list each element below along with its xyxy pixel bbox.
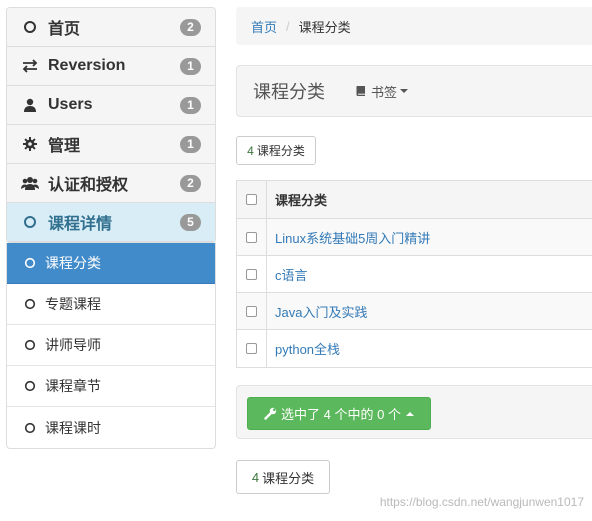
count-badge: 1 [180, 135, 201, 153]
breadcrumb-home-link[interactable]: 首页 [251, 17, 277, 36]
sidebar-item-reversion[interactable]: Reversion 1 [7, 47, 215, 86]
sidebar-subitem-label: 课程课时 [45, 419, 101, 436]
breadcrumb-separator: / [286, 18, 290, 34]
bookmark-dropdown[interactable]: 书签 [355, 82, 409, 101]
row-select-cell [237, 219, 267, 255]
row-checkbox[interactable] [246, 268, 257, 280]
result-count-label: 课程分类 [256, 144, 305, 158]
sidebar-item-users[interactable]: Users 1 [7, 86, 215, 125]
select-all-cell [237, 181, 267, 218]
sidebar-subitem-label: 讲师导师 [45, 337, 101, 353]
row-checkbox[interactable] [246, 305, 257, 317]
breadcrumb-current: 课程分类 [298, 19, 351, 35]
sidebar-subitem-label: 专题课程 [45, 296, 101, 312]
row-checkbox[interactable] [246, 343, 257, 354]
caret-up-icon [405, 411, 414, 416]
gear-icon [20, 136, 40, 152]
sidebar-item-admin[interactable]: 管理 1 [7, 125, 215, 164]
sidebar-subitem-course-category[interactable]: 课程分类 [7, 243, 215, 284]
sidebar-subitem-special-course[interactable]: 专题课程 [7, 284, 215, 325]
watermark: https://blog.csdn.net/wangjunwen1017 [379, 495, 584, 509]
circle-icon [24, 421, 38, 435]
circle-icon [24, 338, 38, 352]
table-row: Java入门及实践 [237, 293, 592, 330]
result-count-label: 课程分类 [262, 470, 315, 486]
result-count-button[interactable]: 4 课程分类 [236, 136, 316, 165]
table-row: Linux系统基础5周入门精讲 [237, 219, 592, 256]
circle-icon [24, 379, 38, 393]
sidebar: 首页 2 Reversion 1 Users 1 管理 1 认证和授权 2 课程… [6, 7, 216, 449]
row-select-cell [237, 256, 267, 292]
table-row: c语言 [237, 256, 592, 293]
circle-icon [20, 214, 40, 230]
sidebar-item-label: 课程详情 [48, 216, 113, 233]
page-header: 课程分类 书签 [236, 65, 592, 117]
column-header-course-category[interactable]: 课程分类 [267, 190, 327, 209]
sidebar-item-auth[interactable]: 认证和授权 2 [7, 164, 215, 203]
count-badge: 1 [180, 96, 201, 114]
circle-icon [20, 19, 40, 35]
count-badge: 2 [180, 18, 201, 36]
users-icon [20, 175, 40, 191]
row-link[interactable]: c语言 [267, 265, 308, 284]
row-checkbox[interactable] [246, 231, 257, 243]
row-link[interactable]: python全栈 [267, 339, 340, 358]
user-icon [20, 97, 40, 113]
sidebar-subitem-chapters[interactable]: 课程章节 [7, 366, 215, 407]
table-header-row: 课程分类 [237, 181, 592, 219]
row-select-cell [237, 293, 267, 329]
circle-icon [24, 297, 38, 311]
sidebar-item-label: Users [48, 96, 93, 113]
circle-icon [24, 256, 38, 270]
sidebar-subitem-lessons[interactable]: 课程课时 [7, 407, 215, 448]
sidebar-item-label: 认证和授权 [48, 177, 129, 194]
count-badge: 1 [180, 57, 201, 75]
row-link[interactable]: Java入门及实践 [267, 302, 367, 321]
sidebar-subitem-label: 课程分类 [45, 255, 101, 271]
selected-actions-button[interactable]: 选中了 4 个中的 0 个 [247, 397, 431, 430]
row-link[interactable]: Linux系统基础5周入门精讲 [267, 228, 430, 247]
result-count: 4 [251, 469, 260, 485]
page-title: 课程分类 [253, 82, 325, 102]
bookmark-label: 书签 [371, 84, 398, 100]
sidebar-item-label: 首页 [48, 21, 81, 38]
selected-actions-label: 选中了 4 个中的 0 个 [281, 407, 401, 422]
breadcrumb: 首页 / 课程分类 [236, 7, 592, 45]
count-badge: 2 [180, 174, 201, 192]
caret-down-icon [400, 89, 409, 93]
row-select-cell [237, 330, 267, 367]
sidebar-subitem-label: 课程章节 [45, 378, 101, 394]
sidebar-subitem-teachers[interactable]: 讲师导师 [7, 325, 215, 366]
sidebar-item-home[interactable]: 首页 2 [7, 8, 215, 47]
sidebar-submenu: 课程分类 专题课程 讲师导师 课程章节 课程课时 [6, 243, 216, 449]
wrench-icon [264, 407, 277, 420]
exchange-icon [20, 58, 40, 74]
sidebar-item-label: 管理 [48, 138, 81, 155]
sidebar-item-label: Reversion [48, 57, 126, 74]
action-bar: 选中了 4 个中的 0 个 [236, 385, 592, 439]
book-icon [355, 85, 367, 97]
count-badge: 5 [180, 213, 201, 231]
select-all-checkbox[interactable] [246, 194, 257, 205]
sidebar-item-course-details[interactable]: 课程详情 5 [7, 203, 215, 242]
results-table: 课程分类 Linux系统基础5周入门精讲 c语言 Java入门及实践 pytho… [236, 180, 592, 368]
sidebar-menu: 首页 2 Reversion 1 Users 1 管理 1 认证和授权 2 课程… [6, 7, 216, 243]
result-count-button-bottom[interactable]: 4 课程分类 [236, 460, 330, 494]
result-count: 4 [247, 143, 254, 158]
table-row: python全栈 [237, 330, 592, 367]
